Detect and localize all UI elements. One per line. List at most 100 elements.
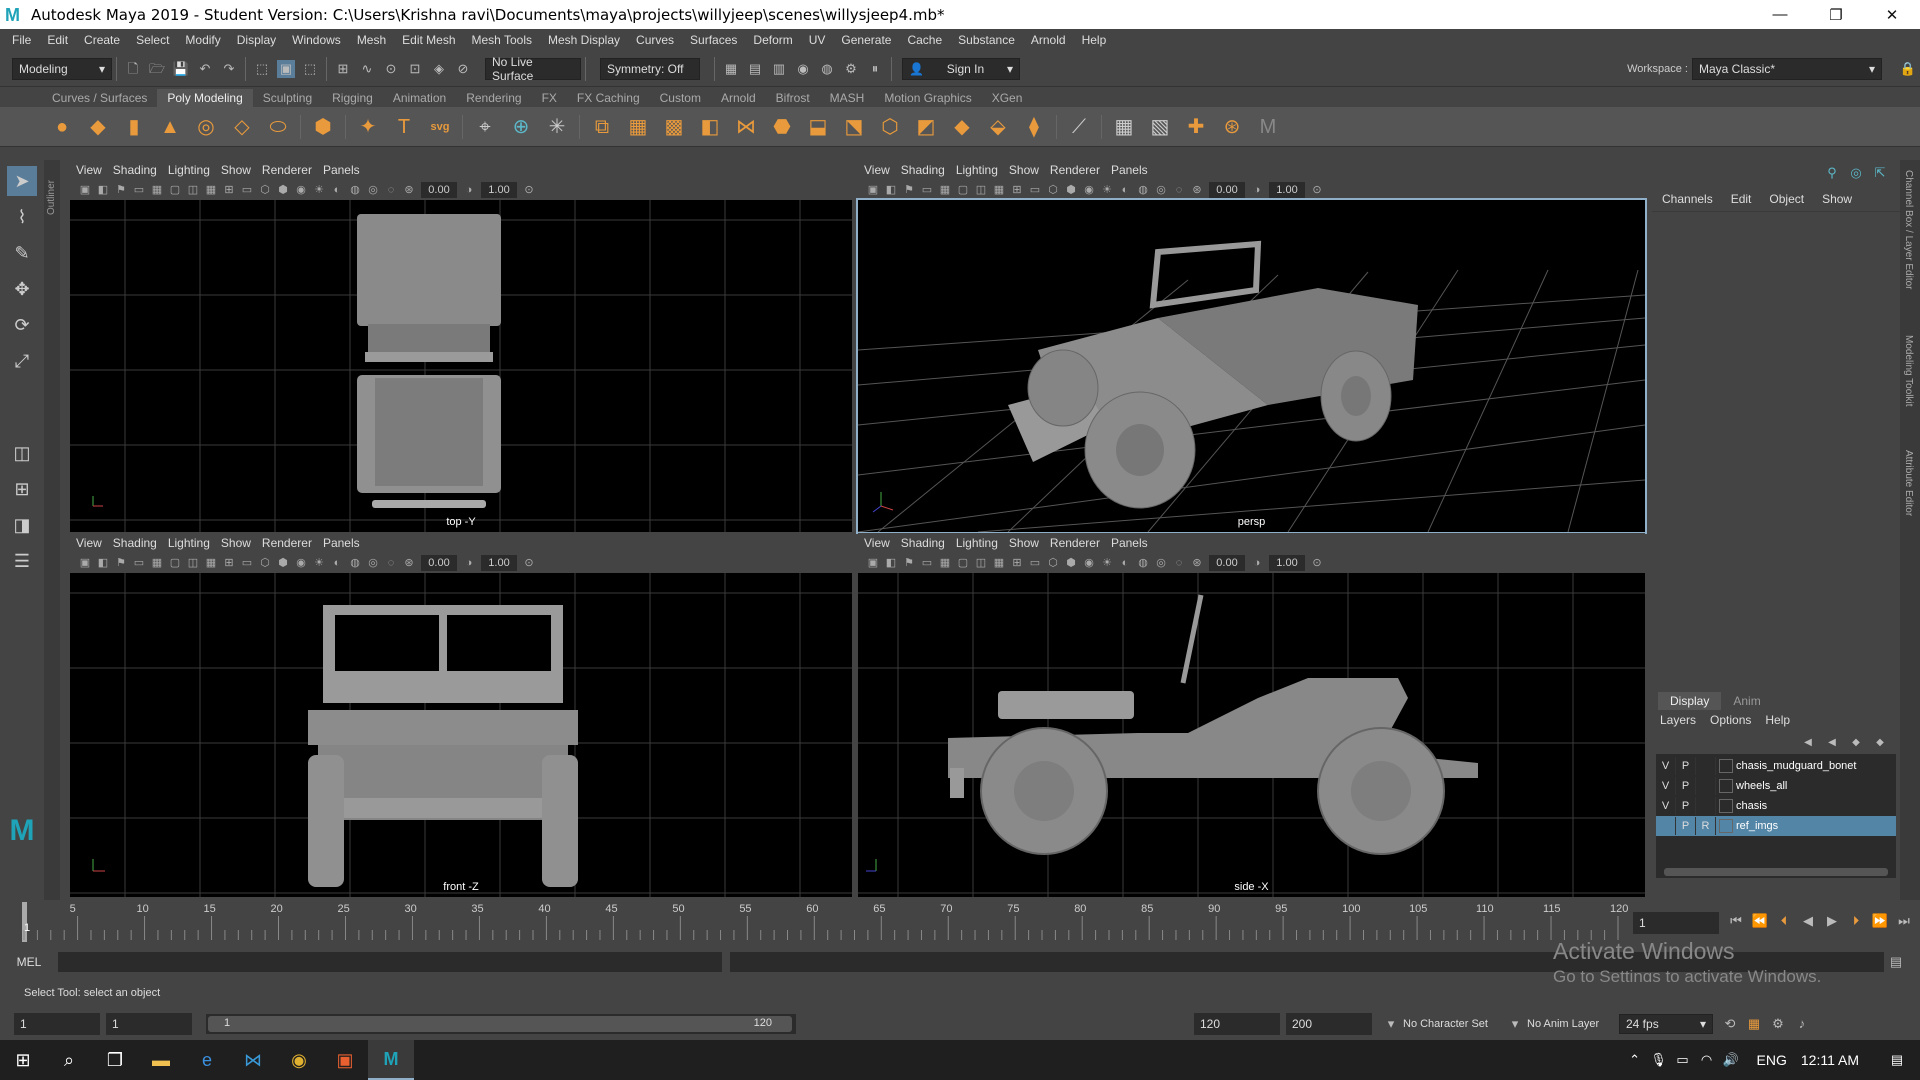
panel-menu-renderer[interactable]: Renderer — [1050, 536, 1111, 550]
anim-layer-label[interactable]: No Anim Layer — [1527, 1018, 1619, 1030]
panel-menu-show[interactable]: Show — [221, 163, 262, 177]
mirror-icon[interactable]: ⋈ — [733, 114, 759, 140]
move-layer-up-icon[interactable]: ◀ — [1799, 734, 1817, 752]
shadows-icon[interactable]: ◐ — [1117, 555, 1133, 571]
panel-menu-panels[interactable]: Panels — [1111, 536, 1159, 550]
poly-cube-icon[interactable]: ◆ — [85, 114, 111, 140]
side-tab-attribute-editor[interactable]: Attribute Editor — [1903, 450, 1914, 516]
channel-menu-show[interactable]: Show — [1822, 192, 1870, 206]
clock[interactable]: 12:11 AM — [1801, 1052, 1859, 1068]
color-management-icon[interactable]: ⊙ — [521, 555, 537, 571]
menu-cache[interactable]: Cache — [899, 33, 950, 47]
viewport-front[interactable]: front -Z — [70, 573, 852, 897]
aperture-icon[interactable]: ⊛ — [401, 555, 417, 571]
new-layer-selected-icon[interactable]: ◆ — [1871, 734, 1889, 752]
tray-chevron-icon[interactable]: ⌃ — [1626, 1051, 1644, 1069]
isolate-icon[interactable]: ◎ — [365, 182, 381, 198]
layer-tab-anim[interactable]: Anim — [1721, 692, 1772, 710]
ipr-render-icon[interactable]: ▥ — [770, 60, 788, 78]
layer-color-swatch[interactable] — [1719, 759, 1733, 773]
merge-icon[interactable]: ◆ — [949, 114, 975, 140]
menu-mesh-tools[interactable]: Mesh Tools — [464, 33, 540, 47]
script-editor-icon[interactable]: ▤ — [1887, 953, 1905, 971]
poly-sphere-icon[interactable]: ● — [49, 114, 75, 140]
snap-view-icon[interactable]: ⊡ — [406, 60, 424, 78]
go-to-end-icon[interactable]: ⏭ — [1895, 912, 1913, 930]
sign-in-button[interactable]: 👤 Sign In ▾ — [902, 57, 1020, 80]
outliner-tab[interactable]: Outliner — [44, 160, 60, 900]
bookmark-icon[interactable]: ⚑ — [113, 555, 129, 571]
panel-menu-panels[interactable]: Panels — [323, 163, 371, 177]
menu-edit[interactable]: Edit — [39, 33, 76, 47]
file-explorer-icon[interactable]: ▬ — [138, 1040, 184, 1080]
menu-file[interactable]: File — [4, 33, 39, 47]
exposure-field[interactable]: 0.00 — [421, 182, 457, 198]
playback-toggle[interactable]: P — [1676, 817, 1696, 835]
menu-surfaces[interactable]: Surfaces — [682, 33, 745, 47]
smooth-shade-icon[interactable]: ⬢ — [275, 182, 291, 198]
shelf-tab-xgen[interactable]: XGen — [982, 89, 1033, 107]
poly-disc-icon[interactable]: ⬭ — [265, 114, 291, 140]
shelf-tab-rendering[interactable]: Rendering — [456, 89, 531, 107]
color-management-icon[interactable]: ⊙ — [1309, 555, 1325, 571]
channel-toggle-icon[interactable]: ⚲ — [1823, 164, 1841, 182]
step-back-frame-icon[interactable]: ⏴ — [1775, 912, 1793, 930]
svg-icon[interactable]: svg — [427, 114, 453, 140]
viewport-persp[interactable]: persp — [856, 198, 1647, 534]
shelf-tab-curves[interactable]: Curves / Surfaces — [42, 89, 157, 107]
menu-mesh[interactable]: Mesh — [349, 33, 394, 47]
gamma-icon[interactable]: ◑ — [1249, 182, 1265, 198]
combine-icon[interactable]: ⧉ — [589, 114, 615, 140]
layer-row[interactable]: V Pchasis — [1656, 796, 1896, 816]
new-layer-icon[interactable]: ◆ — [1847, 734, 1865, 752]
smooth-shade-icon[interactable]: ⬢ — [1063, 182, 1079, 198]
panel-menu-shading[interactable]: Shading — [901, 163, 956, 177]
menu-mesh-display[interactable]: Mesh Display — [540, 33, 628, 47]
save-scene-icon[interactable]: 💾 — [172, 60, 190, 78]
panel-menu-view[interactable]: View — [76, 536, 113, 550]
textured-icon[interactable]: ◉ — [293, 182, 309, 198]
append-polygon-icon[interactable]: ◩ — [913, 114, 939, 140]
xray-icon[interactable]: ◌ — [383, 182, 399, 198]
fill-hole-icon[interactable]: ⬡ — [877, 114, 903, 140]
rotate-tool-icon[interactable]: ⟳ — [7, 310, 37, 340]
lasso-tool-icon[interactable]: ⌇ — [7, 202, 37, 232]
shelf-tab-rigging[interactable]: Rigging — [322, 89, 383, 107]
range-slider[interactable]: 1 120 — [206, 1014, 796, 1034]
panel-menu-shading[interactable]: Shading — [113, 536, 168, 550]
menu-edit-mesh[interactable]: Edit Mesh — [394, 33, 463, 47]
panel-menu-show[interactable]: Show — [1009, 536, 1050, 550]
camera-attributes-icon[interactable]: ◧ — [883, 182, 899, 198]
lights-icon[interactable]: ☀ — [1099, 182, 1115, 198]
workspace-dropdown[interactable]: Maya Classic* ▾ — [1692, 57, 1882, 80]
select-object-icon[interactable]: ▣ — [277, 59, 295, 78]
target-weld-icon[interactable]: ⬙ — [985, 114, 1011, 140]
xray-icon[interactable]: ◌ — [1171, 555, 1187, 571]
image-plane-icon[interactable]: ▭ — [131, 555, 147, 571]
side-tab-modeling-toolkit[interactable]: Modeling Toolkit — [1903, 335, 1914, 407]
separate-icon[interactable]: ▦ — [625, 114, 651, 140]
side-tab-channel-box[interactable]: Channel Box / Layer Editor — [1903, 170, 1914, 290]
channel-menu-channels[interactable]: Channels — [1662, 192, 1731, 206]
shelf-tab-animation[interactable]: Animation — [383, 89, 456, 107]
undo-icon[interactable]: ↶ — [196, 60, 214, 78]
new-scene-icon[interactable]: 🗋 — [124, 60, 142, 78]
gamma-icon[interactable]: ◑ — [461, 182, 477, 198]
display-type-toggle[interactable] — [1696, 757, 1716, 775]
relax-icon[interactable]: ⊛ — [1219, 114, 1245, 140]
panel-menu-view[interactable]: View — [864, 536, 901, 550]
character-set-icon[interactable]: ▾ — [1382, 1015, 1400, 1033]
menu-help[interactable]: Help — [1074, 33, 1115, 47]
measure-icon[interactable]: ⌖ — [472, 114, 498, 140]
select-tool-icon[interactable]: ➤ — [7, 166, 37, 196]
playback-start-field[interactable]: 1 — [106, 1013, 192, 1035]
menu-substance[interactable]: Substance — [950, 33, 1023, 47]
battery-icon[interactable]: ▭ — [1674, 1051, 1692, 1069]
gate-mask-icon[interactable]: ▦ — [991, 555, 1007, 571]
exposure-field[interactable]: 0.00 — [421, 555, 457, 571]
image-plane-icon[interactable]: ▭ — [919, 555, 935, 571]
ao-icon[interactable]: ◍ — [1135, 182, 1151, 198]
ao-icon[interactable]: ◍ — [347, 182, 363, 198]
uv-icon[interactable]: ⊕ — [508, 114, 534, 140]
display-type-toggle[interactable] — [1696, 797, 1716, 815]
